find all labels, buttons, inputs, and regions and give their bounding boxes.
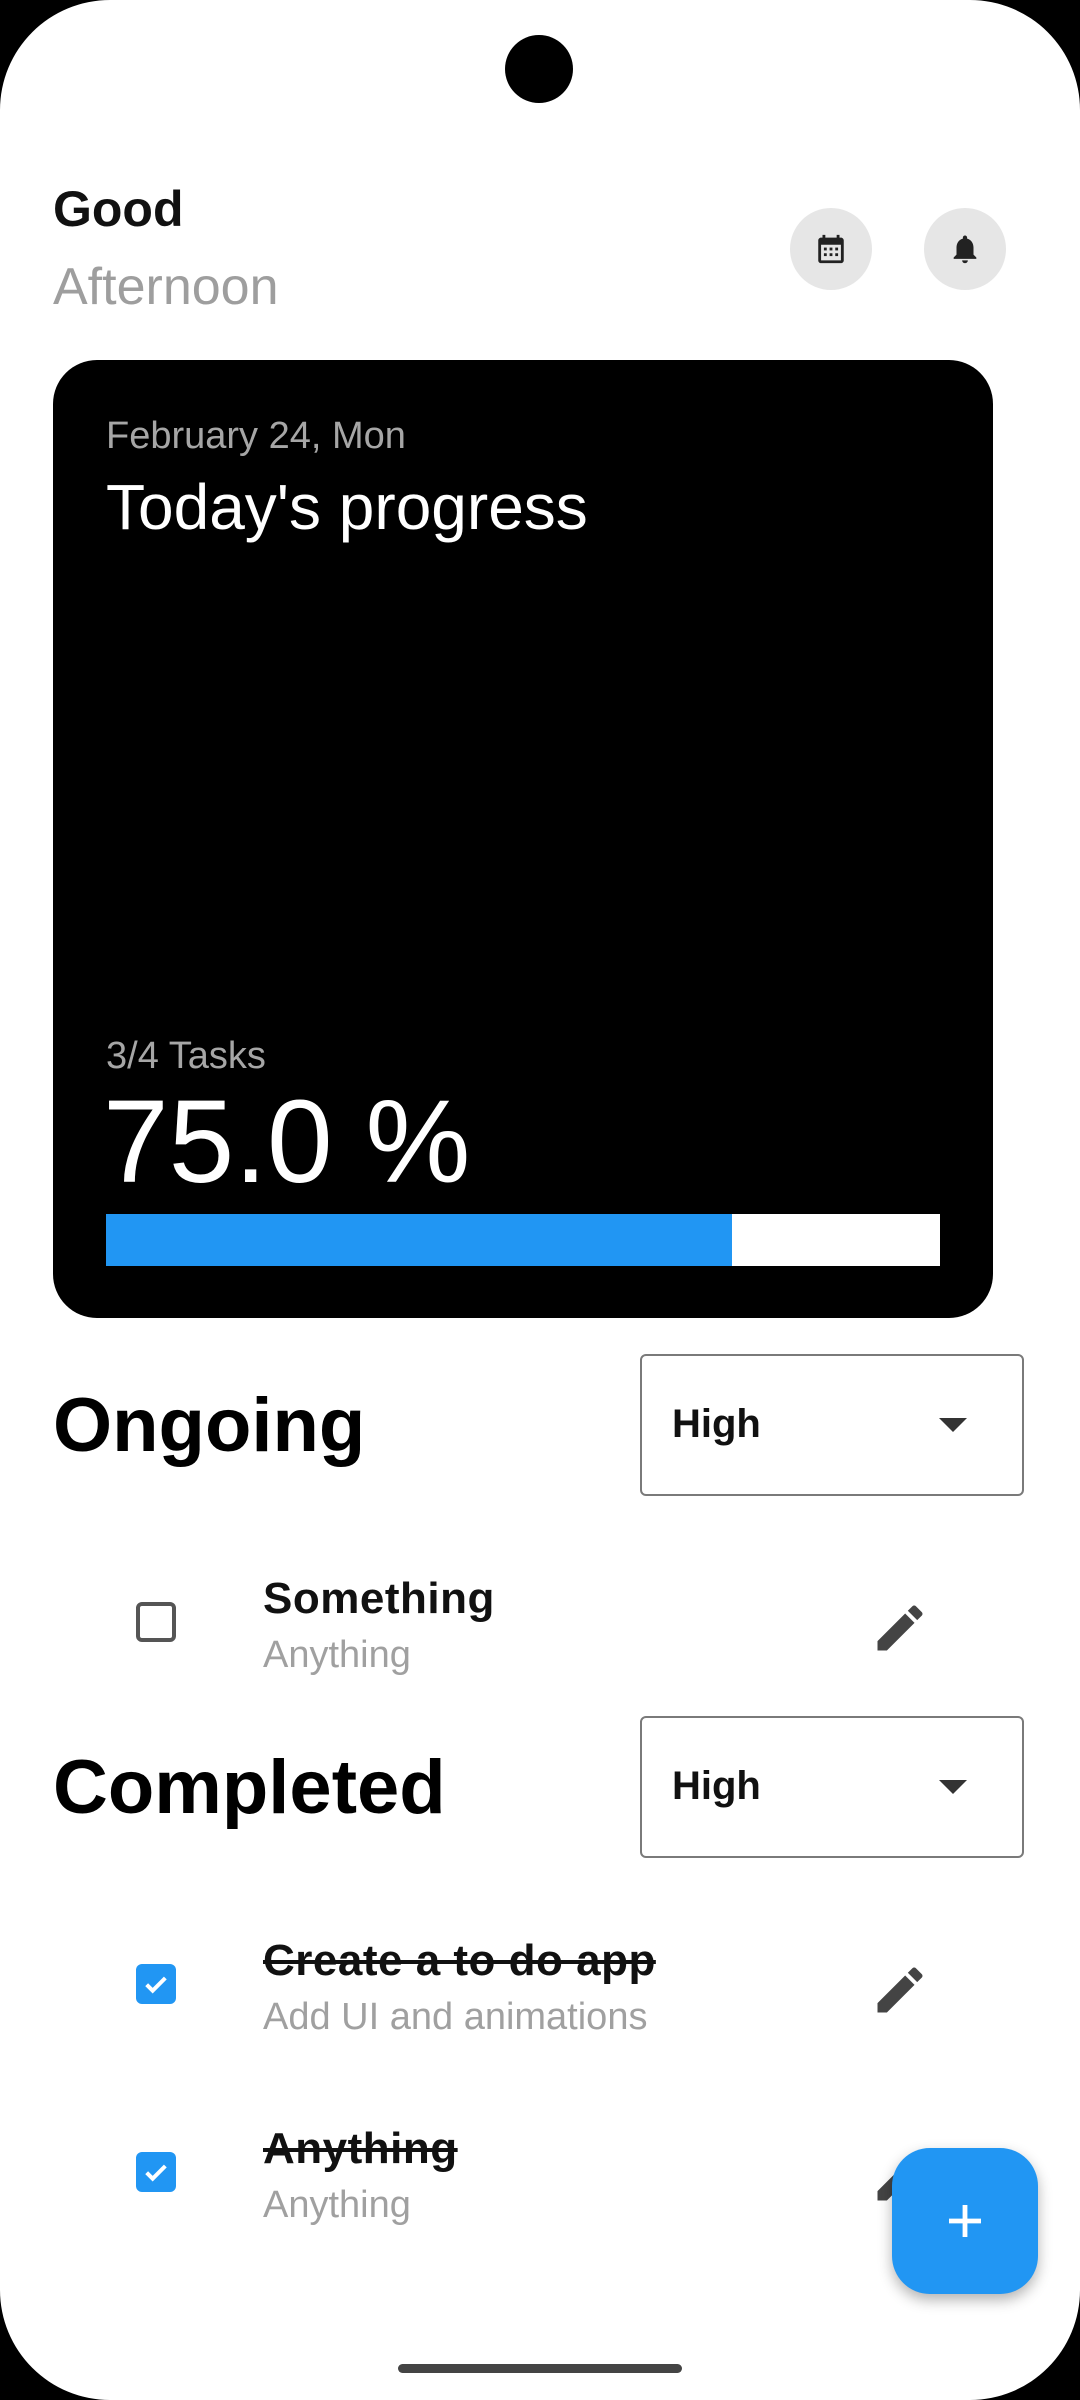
- check-icon: [145, 2164, 167, 2182]
- progress-date: February 24, Mon: [106, 415, 406, 457]
- progress-bar-fill: [106, 1214, 732, 1266]
- ongoing-task-item[interactable]: Something Anything: [0, 1562, 1080, 1682]
- completed-task-item[interactable]: Create a to do app Add UI and animations: [0, 1924, 1080, 2044]
- caret-down-icon: [939, 1418, 967, 1432]
- completed-priority-value: High: [672, 1764, 761, 1808]
- task-count: 3/4 Tasks: [106, 1035, 266, 1077]
- completed-priority-dropdown[interactable]: High: [640, 1716, 1024, 1858]
- plus-icon: [949, 2205, 981, 2237]
- greeting-line-1: Good: [53, 181, 184, 237]
- ongoing-priority-dropdown[interactable]: High: [640, 1354, 1024, 1496]
- progress-bar: [106, 1214, 940, 1266]
- front-camera: [505, 35, 573, 103]
- pencil-icon[interactable]: [870, 1598, 930, 1658]
- task-checkbox[interactable]: [136, 1964, 176, 2004]
- progress-percent: 75.0 %: [103, 1076, 471, 1208]
- pencil-icon[interactable]: [870, 1960, 930, 2020]
- task-subtitle: Add UI and animations: [263, 1996, 648, 2038]
- greeting-line-2: Afternoon: [53, 258, 279, 316]
- progress-title: Today's progress: [106, 471, 588, 543]
- task-checkbox[interactable]: [136, 2152, 176, 2192]
- notifications-button[interactable]: [924, 208, 1006, 290]
- task-checkbox[interactable]: [136, 1602, 176, 1642]
- add-task-button[interactable]: [892, 2148, 1038, 2294]
- completed-heading: Completed: [53, 1745, 446, 1830]
- task-subtitle: Anything: [263, 1634, 411, 1676]
- calendar-icon: [818, 234, 844, 264]
- task-title: Anything: [263, 2124, 458, 2173]
- home-indicator[interactable]: [398, 2364, 682, 2373]
- task-subtitle: Anything: [263, 2184, 411, 2226]
- bell-icon: [953, 235, 977, 264]
- task-title: Something: [263, 1574, 495, 1623]
- calendar-button[interactable]: [790, 208, 872, 290]
- task-title: Create a to do app: [263, 1936, 656, 1985]
- caret-down-icon: [939, 1780, 967, 1794]
- check-icon: [145, 1976, 167, 1994]
- ongoing-priority-value: High: [672, 1402, 761, 1446]
- progress-card: February 24, Mon Today's progress 3/4 Ta…: [53, 360, 993, 1318]
- ongoing-heading: Ongoing: [53, 1383, 366, 1468]
